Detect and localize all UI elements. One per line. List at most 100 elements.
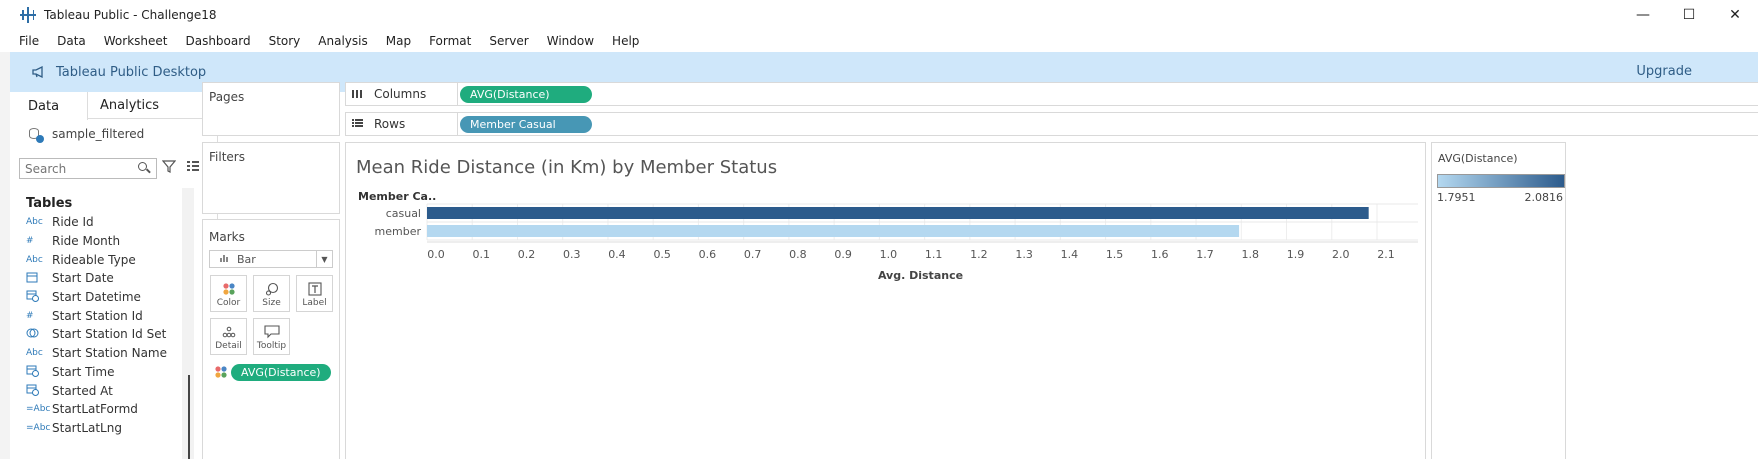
rows-shelf: Rows Member Casual — [345, 112, 1758, 136]
x-tick-label: 2.0 — [1332, 248, 1350, 261]
x-tick-label: 0.7 — [744, 248, 762, 261]
size-button[interactable]: Size — [253, 275, 290, 312]
marks-title: Marks — [209, 230, 245, 244]
bar-chart: Member Ca.. casual member 0.0 0.1 0.2 0.3 0.4 0.… — [358, 190, 1418, 282]
rows-member-casual-pill[interactable]: Member Casual — [460, 116, 592, 133]
label-button[interactable]: Label — [296, 275, 333, 312]
field-item[interactable]: Start Time — [10, 363, 210, 382]
detail-label: Detail — [215, 341, 242, 351]
field-name: Start Time — [52, 364, 115, 379]
detail-button[interactable]: Detail — [210, 318, 247, 355]
x-tick-label: 1.5 — [1106, 248, 1124, 261]
tooltip-button[interactable]: Tooltip — [253, 318, 290, 355]
tab-data[interactable]: Data — [10, 92, 88, 120]
tables-heading: Tables — [26, 196, 73, 211]
field-item[interactable]: Start Station Id Set — [10, 325, 210, 344]
field-name: Start Date — [52, 271, 114, 286]
marks-avg-distance-pill[interactable]: AVG(Distance) — [231, 364, 331, 381]
field-name: Start Station Id Set — [52, 327, 167, 342]
field-type-icon: # — [26, 236, 34, 247]
x-tick-label: 0.8 — [789, 248, 807, 261]
field-name: Start Station Id — [52, 308, 143, 323]
menu-story[interactable]: Story — [260, 34, 310, 48]
legend-min: 1.7951 — [1437, 191, 1476, 204]
detail-icon — [222, 325, 236, 342]
field-item[interactable]: =Abc StartLatLng — [10, 419, 210, 438]
mark-type-dropdown[interactable]: Bar ▼ — [209, 250, 333, 268]
menu-worksheet[interactable]: Worksheet — [95, 34, 177, 48]
tab-analytics[interactable]: Analytics — [100, 92, 159, 119]
columns-label-text: Columns — [374, 87, 427, 101]
x-tick-label: 0.9 — [834, 248, 852, 261]
x-tick-label: 1.7 — [1196, 248, 1214, 261]
marks-card: Marks Bar ▼ Color Size Label Detail Tool… — [202, 219, 340, 459]
field-name: Ride Id — [52, 215, 94, 230]
menu-data[interactable]: Data — [48, 34, 95, 48]
menu-help[interactable]: Help — [603, 34, 648, 48]
filters-card[interactable]: Filters — [202, 142, 340, 214]
field-item[interactable]: # Start Station Id — [10, 306, 210, 325]
search-field-box — [19, 158, 157, 179]
data-pane-tabs: Data Analytics ‹ — [10, 92, 218, 120]
field-type-icon: Abc — [26, 348, 43, 359]
category-label: casual — [386, 207, 421, 220]
size-icon — [265, 282, 279, 299]
columns-icon — [352, 88, 366, 101]
rows-shelf-label: Rows — [346, 113, 458, 135]
field-name: Rideable Type — [52, 252, 136, 267]
field-item[interactable]: Start Date — [10, 269, 210, 288]
menu-server[interactable]: Server — [480, 34, 537, 48]
menu-bar: File Data Worksheet Dashboard Story Analysis M… — [10, 31, 648, 51]
close-button[interactable]: ✕ — [1712, 0, 1758, 30]
x-tick-label: 1.1 — [925, 248, 943, 261]
datasource-name: sample_filtered — [52, 127, 145, 141]
color-button[interactable]: Color — [210, 275, 247, 312]
menu-window[interactable]: Window — [538, 34, 603, 48]
field-item[interactable]: Started At — [10, 381, 210, 400]
field-item[interactable]: Abc Ride Id — [10, 213, 210, 232]
field-item[interactable]: # Ride Month — [10, 232, 210, 251]
x-tick-label: 1.3 — [1015, 248, 1033, 261]
menu-analysis[interactable]: Analysis — [309, 34, 376, 48]
mark-type-label: Bar — [237, 252, 256, 266]
minimize-button[interactable]: — — [1620, 0, 1666, 30]
menu-format[interactable]: Format — [420, 34, 480, 48]
legend-max: 2.0816 — [1524, 191, 1564, 204]
x-tick-label: 0.6 — [699, 248, 717, 261]
columns-avg-distance-pill[interactable]: AVG(Distance) — [460, 86, 592, 103]
upgrade-link[interactable]: Upgrade — [1636, 64, 1692, 79]
pages-card[interactable]: Pages — [202, 82, 340, 136]
field-type-icon: =Abc — [26, 404, 51, 415]
size-label: Size — [262, 298, 281, 308]
search-icon[interactable] — [138, 162, 151, 174]
datetime-icon — [26, 364, 52, 380]
x-tick-label: 0.1 — [472, 248, 490, 261]
rows-icon — [352, 118, 366, 131]
chevron-down-icon[interactable]: ▼ — [316, 251, 332, 267]
menu-dashboard[interactable]: Dashboard — [176, 34, 259, 48]
field-name: Started At — [52, 383, 113, 398]
field-item[interactable]: Abc Rideable Type — [10, 250, 210, 269]
label-label: Label — [302, 298, 327, 308]
bar-member — [427, 225, 1240, 237]
field-list-scroll-thumb[interactable] — [188, 375, 190, 459]
color-label: Color — [216, 298, 241, 308]
field-name: StartLatFormd — [52, 402, 138, 417]
color-marks-icon — [214, 365, 228, 382]
datetime-icon — [26, 289, 52, 305]
search-input[interactable] — [25, 161, 135, 176]
filter-icon[interactable] — [161, 159, 178, 175]
left-edge-strip — [0, 52, 10, 459]
window-controls: — ☐ ✕ — [1620, 0, 1758, 30]
field-item[interactable]: =Abc StartLatFormd — [10, 400, 210, 419]
field-item[interactable]: Abc Start Station Name — [10, 344, 210, 363]
maximize-button[interactable]: ☐ — [1666, 0, 1712, 30]
menu-file[interactable]: File — [10, 34, 48, 48]
x-tick-label: 0.0 — [427, 248, 445, 261]
menu-map[interactable]: Map — [377, 34, 420, 48]
legend-gradient[interactable] — [1437, 174, 1565, 188]
field-item[interactable]: Start Datetime — [10, 288, 210, 307]
x-tick-label: 0.5 — [653, 248, 671, 261]
field-type-icon: # — [26, 310, 34, 321]
datasource-item[interactable]: sample_filtered — [28, 124, 144, 144]
